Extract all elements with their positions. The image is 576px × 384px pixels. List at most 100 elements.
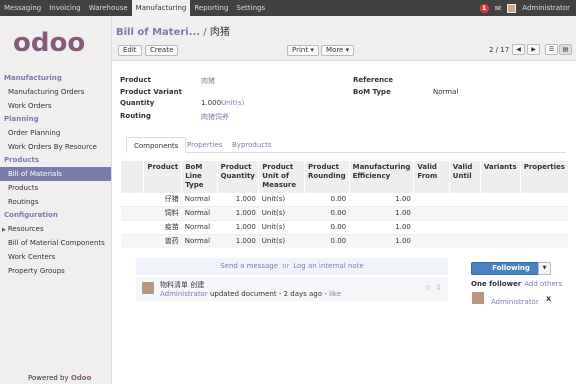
create-button[interactable]: Create [145, 45, 179, 56]
user-avatar[interactable] [507, 3, 517, 13]
col-unit-of-measure[interactable]: Product Unit of Measure [258, 161, 305, 193]
bom-type-value: Normal [433, 88, 459, 96]
sidebar-item-work-orders[interactable]: Work Orders [0, 99, 111, 113]
cell-valid-from [413, 206, 450, 221]
product-variant-label: Product Variant [120, 88, 182, 96]
sidebar-item-manufacturing-orders[interactable]: Manufacturing Orders [0, 85, 111, 99]
col-manufacturing-efficiency[interactable]: Manufacturing Efficiency [348, 161, 414, 193]
quantity-number: 1.000 [201, 99, 222, 107]
cell-efficiency: 1.00 [349, 220, 414, 235]
cell-variants [480, 220, 521, 235]
table-row[interactable]: 仔猪 Normal 1.000 Unit(s) 0.00 1.00 [120, 192, 568, 207]
log-note-link[interactable]: Log an internal note [293, 262, 364, 270]
user-menu[interactable]: Administrator [522, 4, 570, 12]
followers-count: One follower [471, 280, 522, 288]
archive-icon[interactable]: ⇩ [435, 283, 442, 292]
cell-bom-line-type: Normal [181, 234, 218, 248]
col-product-rounding[interactable]: Product Rounding [304, 161, 350, 193]
odoo-logo[interactable]: odoo [13, 28, 85, 58]
menu-manufacturing[interactable]: Manufacturing [131, 0, 191, 16]
cell-rounding: 0.00 [304, 206, 350, 221]
send-message-link[interactable]: Send a message [220, 262, 278, 270]
sidebar-item-bill-of-materials[interactable]: Bill of Materials [0, 167, 111, 181]
message-author-avatar[interactable] [142, 282, 154, 294]
pager-previous-button[interactable]: ◀ [512, 44, 525, 55]
cell-uom: Unit(s) [258, 192, 305, 207]
col-variants[interactable]: Variants [479, 161, 521, 193]
breadcrumb-parent[interactable]: Bill of Materi... [116, 27, 200, 38]
sidebar-item-bom-components[interactable]: Bill of Material Components [0, 236, 111, 250]
print-button[interactable]: Print ▾ [287, 45, 319, 56]
star-icon[interactable]: ☆ [424, 283, 431, 292]
cell-valid-from [413, 234, 450, 248]
tab-byproducts[interactable]: Byproducts [225, 137, 279, 153]
remove-follower-icon[interactable]: x [546, 294, 551, 303]
notification-badge[interactable]: 1 [479, 3, 489, 13]
follower-name[interactable]: Administrator [491, 298, 539, 306]
edit-button[interactable]: Edit [118, 45, 142, 56]
col-valid-until[interactable]: Valid Until [448, 161, 481, 193]
form-tabs: Components Properties Byproducts [126, 137, 566, 153]
sidebar-section-configuration: Configuration [4, 211, 58, 219]
col-product-quantity[interactable]: Product Quantity [216, 161, 259, 193]
add-others-link[interactable]: Add others [524, 280, 562, 288]
list-view-icon[interactable]: ☰ [545, 44, 558, 55]
table-row[interactable]: 饲料 Normal 1.000 Unit(s) 0.00 1.00 [120, 206, 568, 221]
sidebar-item-routings[interactable]: Routings [0, 195, 111, 209]
message-like[interactable]: like [329, 290, 341, 298]
powered-prefix: Powered by [28, 374, 69, 382]
menu-messaging[interactable]: Messaging [0, 0, 45, 16]
cell-quantity: 1.000 [217, 220, 259, 235]
pager-next-button[interactable]: ▶ [527, 44, 540, 55]
sidebar-item-resources[interactable]: ▶ Resources [0, 222, 111, 236]
quantity-value: 1.000Unit(s) [201, 99, 244, 107]
tab-components[interactable]: Components [126, 137, 187, 153]
product-value[interactable]: 肉猪 [201, 76, 215, 86]
menu-reporting[interactable]: Reporting [190, 0, 232, 16]
cell-rounding: 0.00 [304, 234, 350, 248]
bom-type-label: BoM Type [353, 88, 391, 96]
follow-dropdown-icon[interactable]: ▼ [538, 262, 551, 275]
col-valid-from[interactable]: Valid From [413, 161, 450, 193]
col-properties[interactable]: Properties [519, 161, 568, 193]
sidebar-item-work-centers[interactable]: Work Centers [0, 250, 111, 264]
menu-warehouse[interactable]: Warehouse [85, 0, 132, 16]
components-table: Product BoM Line Type Product Quantity P… [119, 161, 568, 248]
form-view-icon[interactable]: ▤ [559, 44, 572, 55]
sidebar-item-property-groups[interactable]: Property Groups [0, 264, 111, 278]
cell-efficiency: 1.00 [349, 192, 414, 207]
menu-invoicing[interactable]: Invoicing [45, 0, 85, 16]
sidebar: odoo Manufacturing Manufacturing Orders … [0, 16, 112, 384]
col-product[interactable]: Product [143, 161, 182, 193]
cell-product: 仔猪 [143, 192, 182, 207]
message-author[interactable]: Administrator [160, 290, 208, 298]
quantity-unit[interactable]: Unit(s) [221, 99, 244, 107]
more-button[interactable]: More ▾ [321, 45, 355, 56]
menu-settings[interactable]: Settings [232, 0, 269, 16]
sidebar-section-manufacturing: Manufacturing [4, 74, 62, 82]
cell-rounding: 0.00 [304, 192, 350, 207]
tab-properties[interactable]: Properties [180, 137, 229, 153]
breadcrumb: Bill of Materi... / 肉猪 [116, 23, 230, 38]
powered-brand[interactable]: Odoo [71, 374, 92, 382]
cell-valid-from [413, 192, 450, 207]
col-bom-line-type[interactable]: BoM Line Type [181, 161, 218, 193]
cell-properties [520, 234, 568, 248]
cell-efficiency: 1.00 [349, 234, 414, 248]
caret-right-icon[interactable]: ▶ [2, 223, 6, 237]
chat-icon[interactable]: ✉ [495, 4, 502, 13]
table-row[interactable]: 兽药 Normal 1.000 Unit(s) 0.00 1.00 [120, 234, 568, 248]
powered-by: Powered by Odoo [28, 374, 91, 382]
sidebar-item-order-planning[interactable]: Order Planning [0, 126, 111, 140]
row-spacer [120, 220, 144, 235]
sidebar-nav: Manufacturing Manufacturing Orders Work … [0, 72, 111, 278]
message-meta: Administrator updated document - 2 days … [160, 290, 342, 298]
cell-valid-until [449, 206, 481, 221]
follower-avatar[interactable] [472, 292, 484, 304]
cell-quantity: 1.000 [217, 192, 259, 207]
sidebar-item-work-orders-by-resource[interactable]: Work Orders By Resource [0, 140, 111, 154]
table-row[interactable]: 疫苗 Normal 1.000 Unit(s) 0.00 1.00 [120, 220, 568, 235]
sidebar-item-products[interactable]: Products [0, 181, 111, 195]
row-spacer [120, 234, 144, 248]
routing-value[interactable]: 肉猪饲养 [201, 112, 229, 122]
